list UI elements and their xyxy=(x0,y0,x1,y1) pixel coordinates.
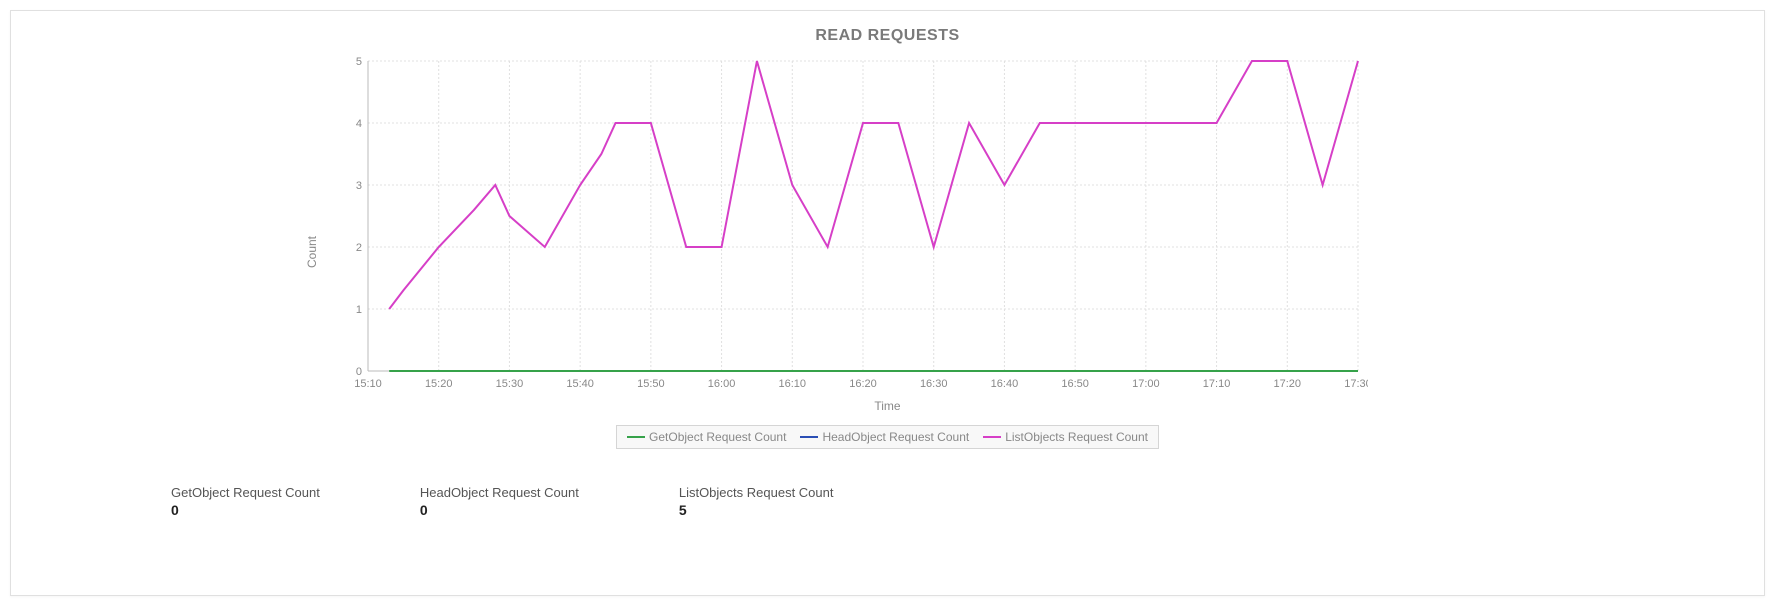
chart-title: READ REQUESTS xyxy=(31,27,1744,45)
stats-row: GetObject Request Count 0 HeadObject Req… xyxy=(171,485,1744,518)
svg-text:1: 1 xyxy=(355,304,361,316)
stat-label: HeadObject Request Count xyxy=(420,485,579,500)
svg-text:15:10: 15:10 xyxy=(354,378,382,390)
svg-text:3: 3 xyxy=(355,180,361,192)
svg-text:5: 5 xyxy=(355,56,361,68)
svg-text:16:10: 16:10 xyxy=(778,378,806,390)
chart-area: Count 01234515:1015:2015:3015:4015:5016:… xyxy=(338,55,1438,449)
read-requests-panel: READ REQUESTS Count 0 1 2 3 4 5 15:10 15:20 15:3… xyxy=(10,10,1765,596)
chart-legend: GetObject Request Count HeadObject Reque… xyxy=(616,425,1159,449)
svg-text:16:20: 16:20 xyxy=(849,378,877,390)
svg-text:15:30: 15:30 xyxy=(495,378,523,390)
svg-text:2: 2 xyxy=(355,242,361,254)
stat-headobject: HeadObject Request Count 0 xyxy=(420,485,579,518)
legend-label: HeadObject Request Count xyxy=(822,430,969,444)
svg-text:4: 4 xyxy=(355,118,361,130)
stat-label: ListObjects Request Count xyxy=(679,485,834,500)
svg-text:16:30: 16:30 xyxy=(919,378,947,390)
svg-text:17:00: 17:00 xyxy=(1132,378,1160,390)
stat-value: 5 xyxy=(679,502,834,518)
legend-swatch-icon xyxy=(983,436,1001,439)
svg-text:15:50: 15:50 xyxy=(637,378,665,390)
legend-swatch-icon xyxy=(800,436,818,439)
svg-text:16:00: 16:00 xyxy=(707,378,735,390)
svg-text:15:20: 15:20 xyxy=(424,378,452,390)
legend-swatch-icon xyxy=(627,436,645,439)
svg-text:17:10: 17:10 xyxy=(1202,378,1230,390)
line-chart-svg: 0 1 2 3 4 5 15:10 15:20 15:30 15:40 15:50 16:00 16:1… xyxy=(338,55,1368,395)
svg-text:17:20: 17:20 xyxy=(1273,378,1301,390)
legend-item-headobject[interactable]: HeadObject Request Count xyxy=(800,430,969,444)
stat-value: 0 xyxy=(171,502,320,518)
stat-getobject: GetObject Request Count 0 xyxy=(171,485,320,518)
stat-label: GetObject Request Count xyxy=(171,485,320,500)
legend-label: ListObjects Request Count xyxy=(1005,430,1148,444)
stat-value: 0 xyxy=(420,502,579,518)
svg-text:15:40: 15:40 xyxy=(566,378,594,390)
y-axis-label: Count xyxy=(305,236,319,268)
svg-text:16:40: 16:40 xyxy=(990,378,1018,390)
stat-listobjects: ListObjects Request Count 5 xyxy=(679,485,834,518)
svg-text:16:50: 16:50 xyxy=(1061,378,1089,390)
legend-label: GetObject Request Count xyxy=(649,430,786,444)
legend-item-listobjects[interactable]: ListObjects Request Count xyxy=(983,430,1148,444)
legend-item-getobject[interactable]: GetObject Request Count xyxy=(627,430,786,444)
svg-text:0: 0 xyxy=(355,366,361,378)
svg-text:17:30: 17:30 xyxy=(1344,378,1368,390)
x-axis-label: Time xyxy=(338,399,1438,413)
